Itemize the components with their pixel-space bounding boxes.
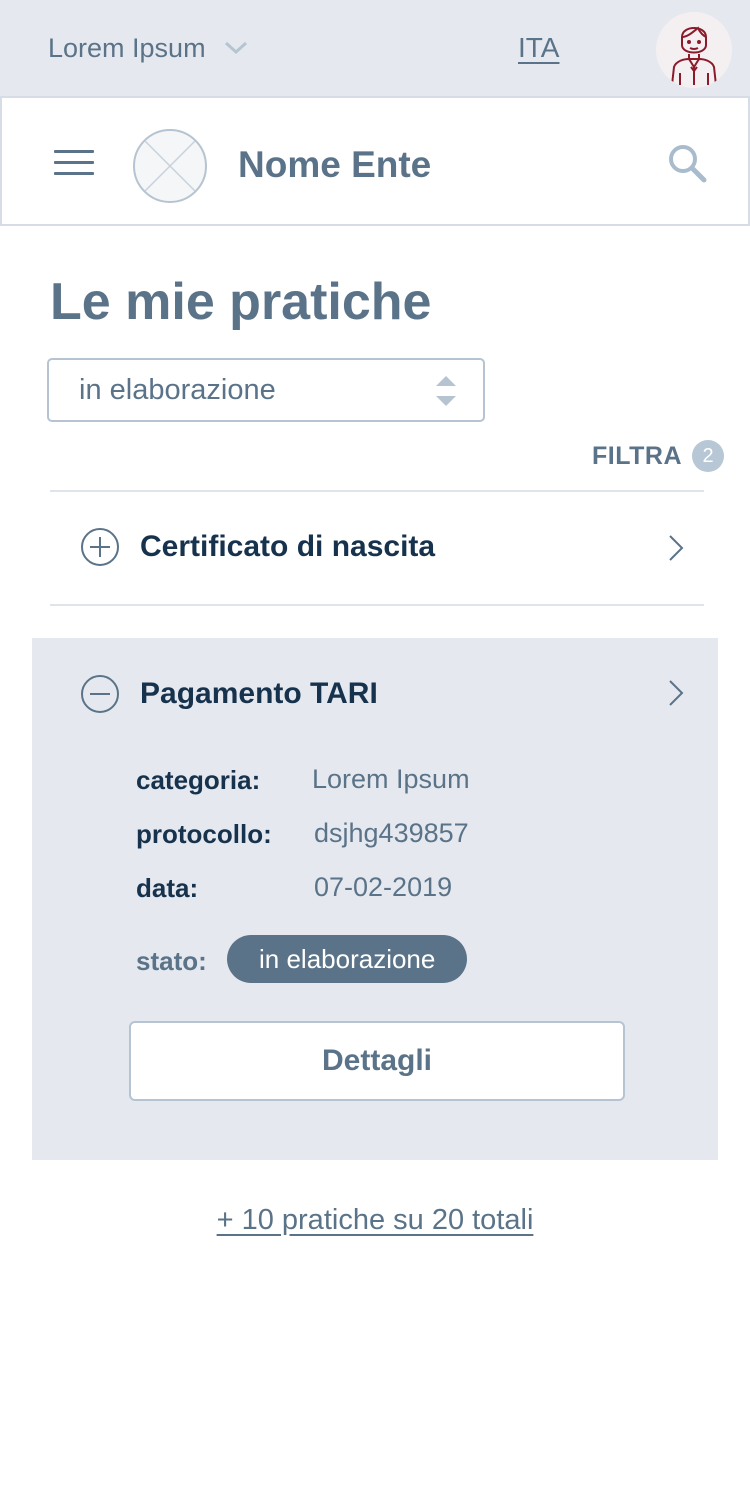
- user-avatar[interactable]: [656, 12, 732, 88]
- user-icon: [671, 26, 717, 85]
- chevron-down-icon: [224, 41, 247, 55]
- date-label: data:: [136, 873, 199, 903]
- protocol-value: dsjhg439857: [314, 818, 469, 848]
- status-label: stato:: [136, 946, 207, 976]
- date-value: 07-02-2019: [314, 872, 453, 902]
- collapse-minus-icon[interactable]: [80, 674, 120, 714]
- category-label: categoria:: [136, 765, 261, 795]
- hamburger-icon-line: [54, 161, 94, 164]
- filter-count-badge: 2: [692, 440, 725, 472]
- details-button[interactable]: Dettagli: [129, 1021, 625, 1101]
- expanded-list-item: Pagamento TARI categoria: Lorem Ipsum pr…: [32, 638, 718, 1160]
- status-select-value: in elaborazione: [79, 373, 276, 406]
- status-select[interactable]: in elaborazione: [47, 358, 485, 422]
- language-selector[interactable]: ITA: [518, 32, 559, 64]
- logo-placeholder-icon: [133, 129, 207, 203]
- protocol-label: protocollo:: [136, 819, 272, 849]
- divider: [50, 604, 704, 606]
- filter-button[interactable]: FILTRA 2: [592, 440, 725, 472]
- page-title: Le mie pratiche: [50, 273, 432, 331]
- expand-plus-icon[interactable]: [80, 527, 120, 567]
- slim-header: Lorem Ipsum ITA: [0, 0, 750, 96]
- status-badge: in elaborazione: [227, 935, 468, 983]
- org-dropdown[interactable]: Lorem Ipsum: [48, 30, 248, 66]
- org-label: Lorem Ipsum: [48, 32, 206, 63]
- search-icon[interactable]: [666, 142, 708, 184]
- load-more-link[interactable]: + 10 pratiche su 20 totali: [0, 1204, 750, 1237]
- entity-name[interactable]: Nome Ente: [238, 144, 431, 186]
- filter-label: FILTRA: [592, 441, 683, 470]
- item-title: Certificato di nascita: [140, 530, 436, 563]
- chevron-right-icon: [669, 535, 684, 561]
- category-value: Lorem Ipsum: [312, 764, 470, 794]
- hamburger-icon-line: [54, 150, 94, 153]
- list-item[interactable]: Certificato di nascita: [50, 492, 704, 604]
- hamburger-icon-line: [54, 172, 94, 175]
- main-header: Nome Ente: [0, 96, 750, 226]
- sort-arrows-icon: [436, 376, 456, 406]
- menu-button[interactable]: [54, 150, 94, 178]
- item-title[interactable]: Pagamento TARI: [140, 677, 378, 711]
- chevron-right-icon[interactable]: [668, 679, 684, 707]
